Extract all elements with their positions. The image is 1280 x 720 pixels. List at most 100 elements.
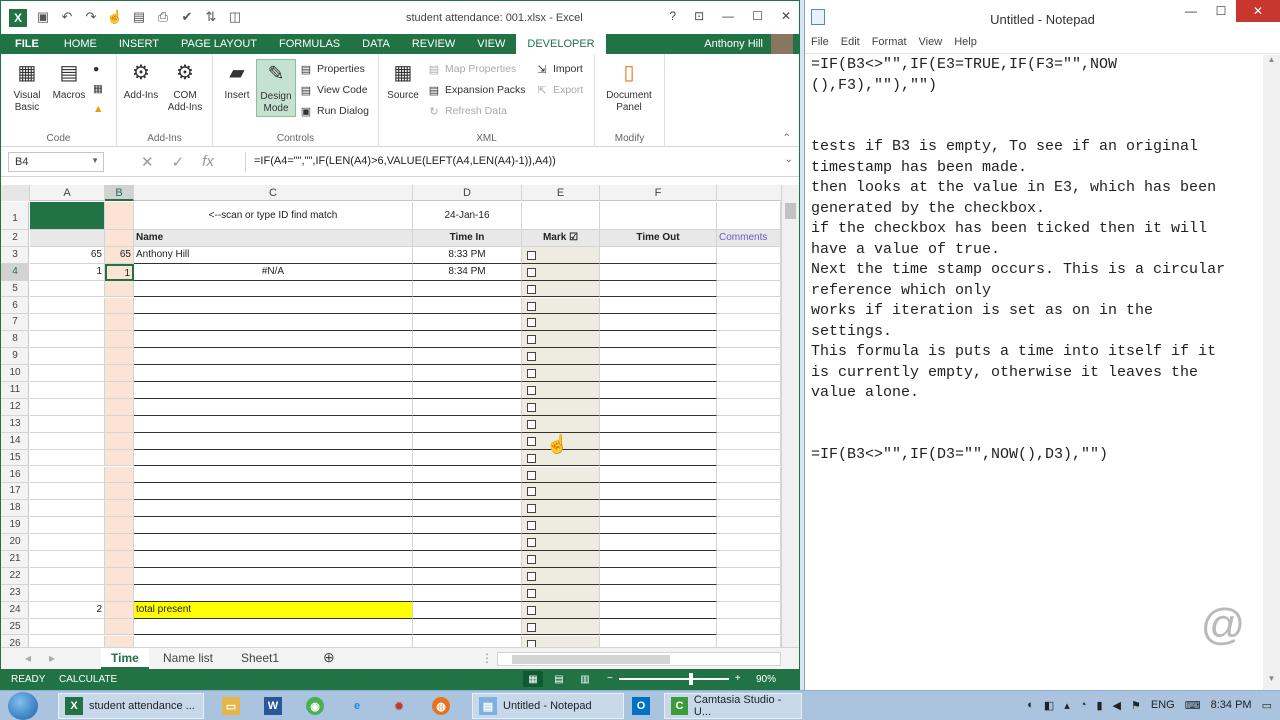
cell-c26[interactable] bbox=[134, 635, 413, 647]
taskbar-app[interactable]: ✹ bbox=[384, 693, 414, 719]
cell-g7[interactable] bbox=[717, 314, 781, 332]
cell-a21[interactable] bbox=[30, 551, 105, 568]
enter-icon[interactable]: ✓ bbox=[172, 153, 185, 171]
row-header[interactable]: 13 bbox=[1, 416, 29, 433]
cell-d24[interactable] bbox=[413, 601, 522, 619]
cell-f17[interactable] bbox=[600, 483, 717, 501]
flag-icon[interactable]: ⚑ bbox=[1131, 699, 1141, 712]
cell-f8[interactable] bbox=[600, 331, 717, 349]
cell-f11[interactable] bbox=[600, 382, 717, 399]
taskbar-chrome[interactable]: ◉ bbox=[300, 693, 330, 719]
cell-b15[interactable] bbox=[105, 449, 134, 467]
row-header[interactable]: 19 bbox=[1, 517, 29, 535]
row-header[interactable]: 25 bbox=[1, 619, 29, 636]
cell-c3[interactable]: Anthony Hill bbox=[134, 246, 413, 264]
cell-c19[interactable] bbox=[134, 517, 413, 535]
cell-b10[interactable] bbox=[105, 365, 134, 382]
row-header[interactable]: 3 bbox=[1, 247, 29, 264]
relative-refs-icon[interactable]: ▦ bbox=[93, 80, 103, 98]
language-indicator[interactable]: ENG bbox=[1151, 699, 1175, 712]
zoom-out-icon[interactable]: − bbox=[607, 673, 613, 684]
sheet-tab-time[interactable]: Time bbox=[101, 648, 149, 669]
cell-f5[interactable] bbox=[600, 280, 717, 298]
cancel-icon[interactable]: ✕ bbox=[141, 153, 154, 171]
cell-b11[interactable] bbox=[105, 382, 134, 399]
cell-d11[interactable] bbox=[413, 382, 522, 399]
cell-a24[interactable]: 2 bbox=[30, 601, 105, 619]
cell-d3[interactable]: 8:33 PM bbox=[413, 246, 522, 264]
mark-checkbox[interactable] bbox=[527, 250, 536, 260]
tab-data[interactable]: DATA bbox=[351, 34, 401, 54]
notepad-close-button[interactable]: ✕ bbox=[1236, 0, 1280, 22]
cell-b17[interactable] bbox=[105, 483, 134, 501]
mark-checkbox[interactable] bbox=[527, 622, 536, 632]
sheet-tab-sheet1[interactable]: Sheet1 bbox=[231, 648, 289, 669]
mark-checkbox[interactable] bbox=[527, 369, 536, 379]
mark-checkbox[interactable] bbox=[527, 571, 536, 581]
cell-b19[interactable] bbox=[105, 517, 134, 535]
row-header[interactable]: 8 bbox=[1, 331, 29, 349]
notepad-vertical-scrollbar[interactable]: ▲ ▼ bbox=[1263, 55, 1280, 690]
power-icon[interactable]: ▮ bbox=[1096, 699, 1102, 712]
cell-g17[interactable] bbox=[717, 483, 781, 501]
cell-b12[interactable] bbox=[105, 398, 134, 416]
cell-f23[interactable] bbox=[600, 584, 717, 602]
cell-a20[interactable] bbox=[30, 534, 105, 551]
taskbar-word[interactable]: W bbox=[258, 693, 288, 719]
mark-checkbox[interactable] bbox=[527, 538, 536, 548]
cell-a9[interactable] bbox=[30, 348, 105, 366]
collapse-ribbon-icon[interactable]: ⌃ bbox=[782, 129, 791, 147]
addins-button[interactable]: ⚙ Add-Ins bbox=[121, 59, 161, 102]
vertical-scrollbar[interactable] bbox=[781, 185, 799, 647]
tab-review[interactable]: REVIEW bbox=[401, 34, 466, 54]
cell-c22[interactable] bbox=[134, 567, 413, 585]
cell-b25[interactable] bbox=[105, 618, 134, 636]
cell-d13[interactable] bbox=[413, 415, 522, 433]
scroll-thumb[interactable] bbox=[785, 203, 796, 219]
taskbar-notepad[interactable]: ▤ Untitled - Notepad bbox=[472, 693, 624, 719]
run-dialog-button[interactable]: ▣ Run Dialog bbox=[299, 102, 369, 120]
row-header[interactable]: 1 bbox=[1, 202, 29, 230]
cell-g16[interactable] bbox=[717, 466, 781, 484]
column-header-e[interactable]: E bbox=[522, 185, 600, 201]
cell-b24[interactable] bbox=[105, 601, 134, 619]
cell-d4[interactable]: 8:34 PM bbox=[413, 263, 522, 281]
cell-b6[interactable] bbox=[105, 297, 134, 315]
source-button[interactable]: ▦ Source bbox=[383, 59, 423, 102]
cell-g9[interactable] bbox=[717, 348, 781, 366]
cell-f2[interactable]: Time Out bbox=[600, 229, 717, 247]
network-icon[interactable]: ◔ bbox=[1080, 699, 1087, 712]
cell-d25[interactable] bbox=[413, 618, 522, 636]
mark-checkbox[interactable] bbox=[527, 352, 536, 362]
cell-f25[interactable] bbox=[600, 618, 717, 636]
cell-a5[interactable] bbox=[30, 280, 105, 298]
cell-a7[interactable] bbox=[30, 314, 105, 332]
cell-d2[interactable]: Time In bbox=[413, 229, 522, 247]
cell-a14[interactable] bbox=[30, 432, 105, 450]
mark-checkbox[interactable] bbox=[527, 504, 536, 514]
cell-d26[interactable] bbox=[413, 635, 522, 647]
cell-g10[interactable] bbox=[717, 365, 781, 382]
cell-c1[interactable]: <--scan or type ID find match bbox=[134, 202, 413, 230]
maximize-button[interactable]: ☐ bbox=[752, 9, 763, 23]
cell-g5[interactable] bbox=[717, 280, 781, 298]
cell-a25[interactable] bbox=[30, 618, 105, 636]
camera-icon[interactable]: ◫ bbox=[227, 9, 243, 25]
cell-g3[interactable] bbox=[717, 246, 781, 264]
cell-d14[interactable] bbox=[413, 432, 522, 450]
cell-g14[interactable] bbox=[717, 432, 781, 450]
insert-control-button[interactable]: ▰ Insert bbox=[217, 59, 257, 102]
cell-d21[interactable] bbox=[413, 551, 522, 568]
cell-f15[interactable] bbox=[600, 449, 717, 467]
row-header[interactable]: 9 bbox=[1, 348, 29, 366]
tray-icon-2[interactable]: ◧ bbox=[1044, 699, 1054, 712]
row-header[interactable]: 26 bbox=[1, 636, 29, 648]
cell-g12[interactable] bbox=[717, 398, 781, 416]
cell-c24[interactable]: total present bbox=[134, 601, 413, 619]
cell-d20[interactable] bbox=[413, 534, 522, 551]
column-header-c[interactable]: C bbox=[134, 185, 413, 201]
cell-d7[interactable] bbox=[413, 314, 522, 332]
cell-g11[interactable] bbox=[717, 382, 781, 399]
cell-c13[interactable] bbox=[134, 415, 413, 433]
cell-b14[interactable] bbox=[105, 432, 134, 450]
